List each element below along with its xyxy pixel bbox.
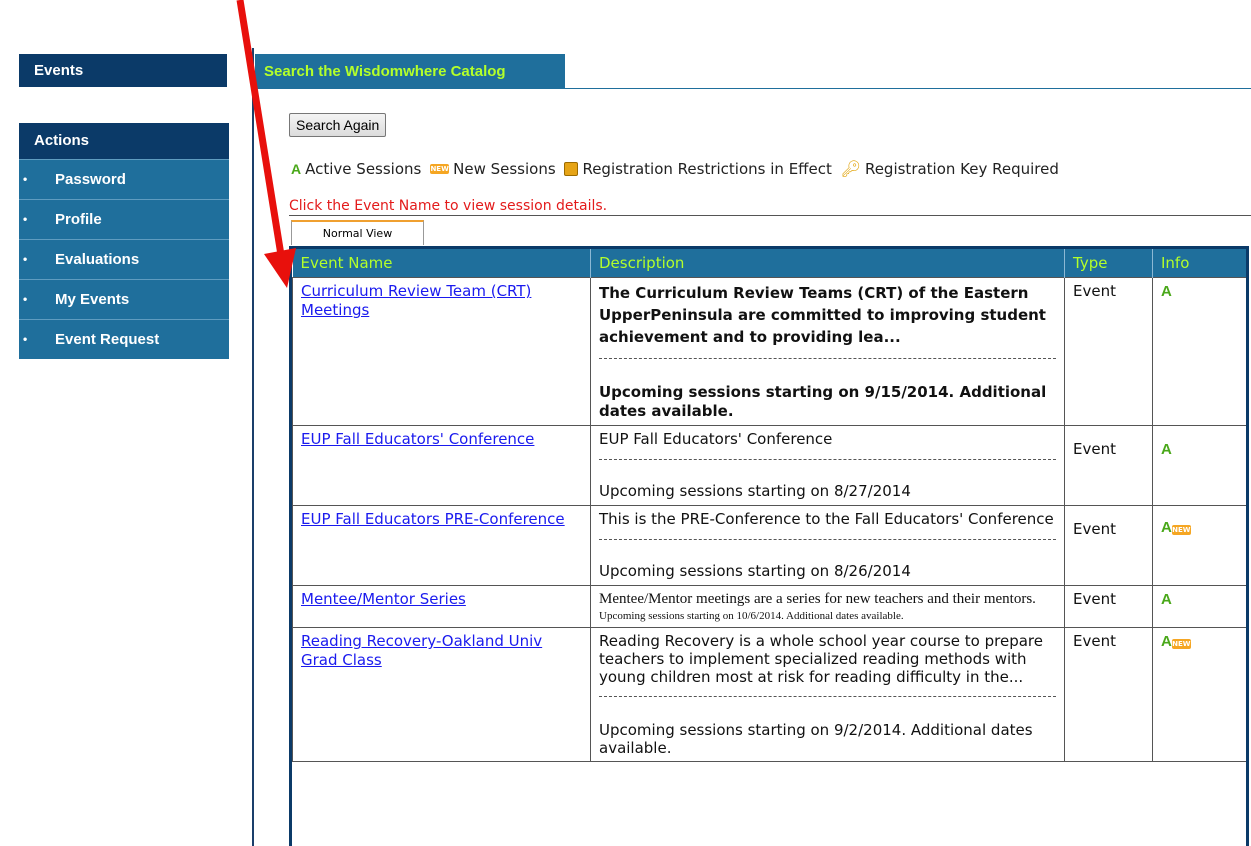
description-cell: Reading Recovery is a whole school year … bbox=[590, 627, 1065, 762]
event-name-cell: Mentee/Mentor Series bbox=[292, 585, 591, 628]
active-sessions-icon: A bbox=[1161, 283, 1172, 300]
sidebar-item-evaluations[interactable]: • Evaluations bbox=[19, 239, 229, 279]
description-cell: This is the PRE-Conference to the Fall E… bbox=[590, 505, 1065, 586]
sidebar-item-profile[interactable]: • Profile bbox=[19, 199, 229, 239]
column-header-type[interactable]: Type bbox=[1064, 249, 1153, 278]
sidebar-item-label: My Events bbox=[55, 291, 130, 308]
new-sessions-icon: NEW bbox=[1171, 525, 1191, 535]
type-cell: Event bbox=[1064, 425, 1153, 506]
actions-title: Actions bbox=[19, 123, 229, 159]
table-row: Reading Recovery-Oakland Univ Grad Class… bbox=[292, 627, 1246, 762]
dashed-divider bbox=[599, 696, 1056, 697]
sidebar-item-event-request[interactable]: • Event Request bbox=[19, 319, 229, 359]
active-sessions-icon: A bbox=[1161, 633, 1172, 650]
info-cell: ANEW bbox=[1152, 627, 1246, 762]
type-cell: Event bbox=[1064, 585, 1153, 628]
event-name-link[interactable]: EUP Fall Educators PRE-Conference bbox=[301, 510, 565, 528]
event-name-link[interactable]: Curriculum Review Team (CRT) Meetings bbox=[301, 282, 531, 319]
info-cell: A bbox=[1152, 277, 1246, 426]
event-name-link[interactable]: Reading Recovery-Oakland Univ Grad Class bbox=[301, 632, 542, 669]
sidebar-item-label: Password bbox=[55, 171, 126, 188]
bullet-icon: • bbox=[23, 212, 28, 226]
sidebar-item-label: Event Request bbox=[55, 331, 160, 348]
event-sessions: Upcoming sessions starting on 9/15/2014.… bbox=[599, 383, 1047, 420]
description-cell: The Curriculum Review Teams (CRT) of the… bbox=[590, 277, 1065, 426]
table-top-rule bbox=[289, 215, 1251, 216]
event-sessions: Upcoming sessions starting on 8/27/2014 bbox=[599, 482, 911, 500]
info-cell: ANEW bbox=[1152, 505, 1246, 586]
active-sessions-icon: A bbox=[1161, 441, 1172, 458]
hint-text: Click the Event Name to view session det… bbox=[289, 198, 608, 214]
legend-restrictions-label: Registration Restrictions in Effect bbox=[582, 159, 832, 178]
bullet-icon: • bbox=[23, 332, 28, 346]
sidebar-item-label: Profile bbox=[55, 211, 102, 228]
bullet-icon: • bbox=[23, 292, 28, 306]
sidebar-events-header[interactable]: Events bbox=[19, 54, 227, 87]
new-sessions-icon: NEW bbox=[1171, 639, 1191, 649]
type-cell: Event bbox=[1064, 627, 1153, 762]
table-row: Mentee/Mentor Series Mentee/Mentor meeti… bbox=[292, 585, 1246, 628]
events-table: Event Name Description Type Info Curricu… bbox=[292, 249, 1246, 762]
table-row: Curriculum Review Team (CRT) Meetings Th… bbox=[292, 277, 1246, 426]
event-name-cell: EUP Fall Educators' Conference bbox=[292, 425, 591, 506]
new-sessions-icon: NEW bbox=[430, 163, 450, 174]
events-table-frame: Event Name Description Type Info Curricu… bbox=[289, 246, 1249, 846]
legend-active-label: Active Sessions bbox=[305, 159, 422, 178]
table-header-row: Event Name Description Type Info bbox=[292, 249, 1246, 278]
event-name-cell: Reading Recovery-Oakland Univ Grad Class bbox=[292, 627, 591, 762]
type-cell: Event bbox=[1064, 505, 1153, 586]
bullet-icon: • bbox=[23, 252, 28, 266]
active-sessions-icon: A bbox=[291, 160, 302, 177]
dashed-divider bbox=[599, 459, 1056, 460]
table-row: EUP Fall Educators PRE-Conference This i… bbox=[292, 505, 1246, 586]
column-header-info[interactable]: Info bbox=[1152, 249, 1246, 278]
event-sessions: Upcoming sessions starting on 9/2/2014. … bbox=[599, 721, 1033, 757]
tab-normal-view[interactable]: Normal View bbox=[291, 220, 424, 245]
event-description: Reading Recovery is a whole school year … bbox=[599, 632, 1043, 686]
active-sessions-icon: A bbox=[1161, 519, 1172, 536]
event-name-link[interactable]: EUP Fall Educators' Conference bbox=[301, 430, 534, 448]
active-sessions-icon: A bbox=[1161, 591, 1172, 608]
event-name-link[interactable]: Mentee/Mentor Series bbox=[301, 590, 466, 608]
header-rule bbox=[565, 88, 1251, 89]
bullet-icon: • bbox=[23, 172, 28, 186]
actions-panel: Actions • Password • Profile • Evaluations … bbox=[19, 123, 229, 359]
description-cell: Mentee/Mentor meetings are a series for … bbox=[590, 585, 1065, 628]
sidebar-item-my-events[interactable]: • My Events bbox=[19, 279, 229, 319]
event-sessions: Upcoming sessions starting on 10/6/2014.… bbox=[599, 610, 904, 622]
type-cell: Event bbox=[1064, 277, 1153, 426]
legend-new-label: New Sessions bbox=[453, 159, 556, 178]
dashed-divider bbox=[599, 539, 1056, 540]
event-description: The Curriculum Review Teams (CRT) of the… bbox=[599, 284, 1046, 346]
event-sessions: Upcoming sessions starting on 8/26/2014 bbox=[599, 562, 911, 580]
dashed-divider bbox=[599, 358, 1056, 359]
column-header-description[interactable]: Description bbox=[590, 249, 1065, 278]
legend-key-label: Registration Key Required bbox=[864, 159, 1059, 178]
event-description: This is the PRE-Conference to the Fall E… bbox=[599, 510, 1054, 528]
catalog-search-tab[interactable]: Search the Wisdomwhere Catalog bbox=[255, 54, 565, 89]
key-icon: 🔑︎ bbox=[840, 159, 861, 178]
legend: A Active Sessions NEW New Sessions Registr… bbox=[291, 159, 1063, 178]
sidebar-divider bbox=[252, 48, 254, 846]
sidebar-item-password[interactable]: • Password bbox=[19, 159, 229, 199]
column-header-event-name[interactable]: Event Name bbox=[292, 249, 591, 278]
event-name-cell: EUP Fall Educators PRE-Conference bbox=[292, 505, 591, 586]
sidebar-item-label: Evaluations bbox=[55, 251, 140, 268]
search-again-button[interactable]: Search Again bbox=[289, 113, 387, 137]
event-description: EUP Fall Educators' Conference bbox=[599, 430, 833, 448]
event-name-cell: Curriculum Review Team (CRT) Meetings bbox=[292, 277, 591, 426]
event-description: Mentee/Mentor meetings are a series for … bbox=[599, 591, 1036, 607]
info-cell: A bbox=[1152, 425, 1246, 506]
info-cell: A bbox=[1152, 585, 1246, 628]
table-row: EUP Fall Educators' Conference EUP Fall … bbox=[292, 425, 1246, 506]
description-cell: EUP Fall Educators' Conference Upcoming … bbox=[590, 425, 1065, 506]
lock-icon bbox=[564, 161, 579, 176]
